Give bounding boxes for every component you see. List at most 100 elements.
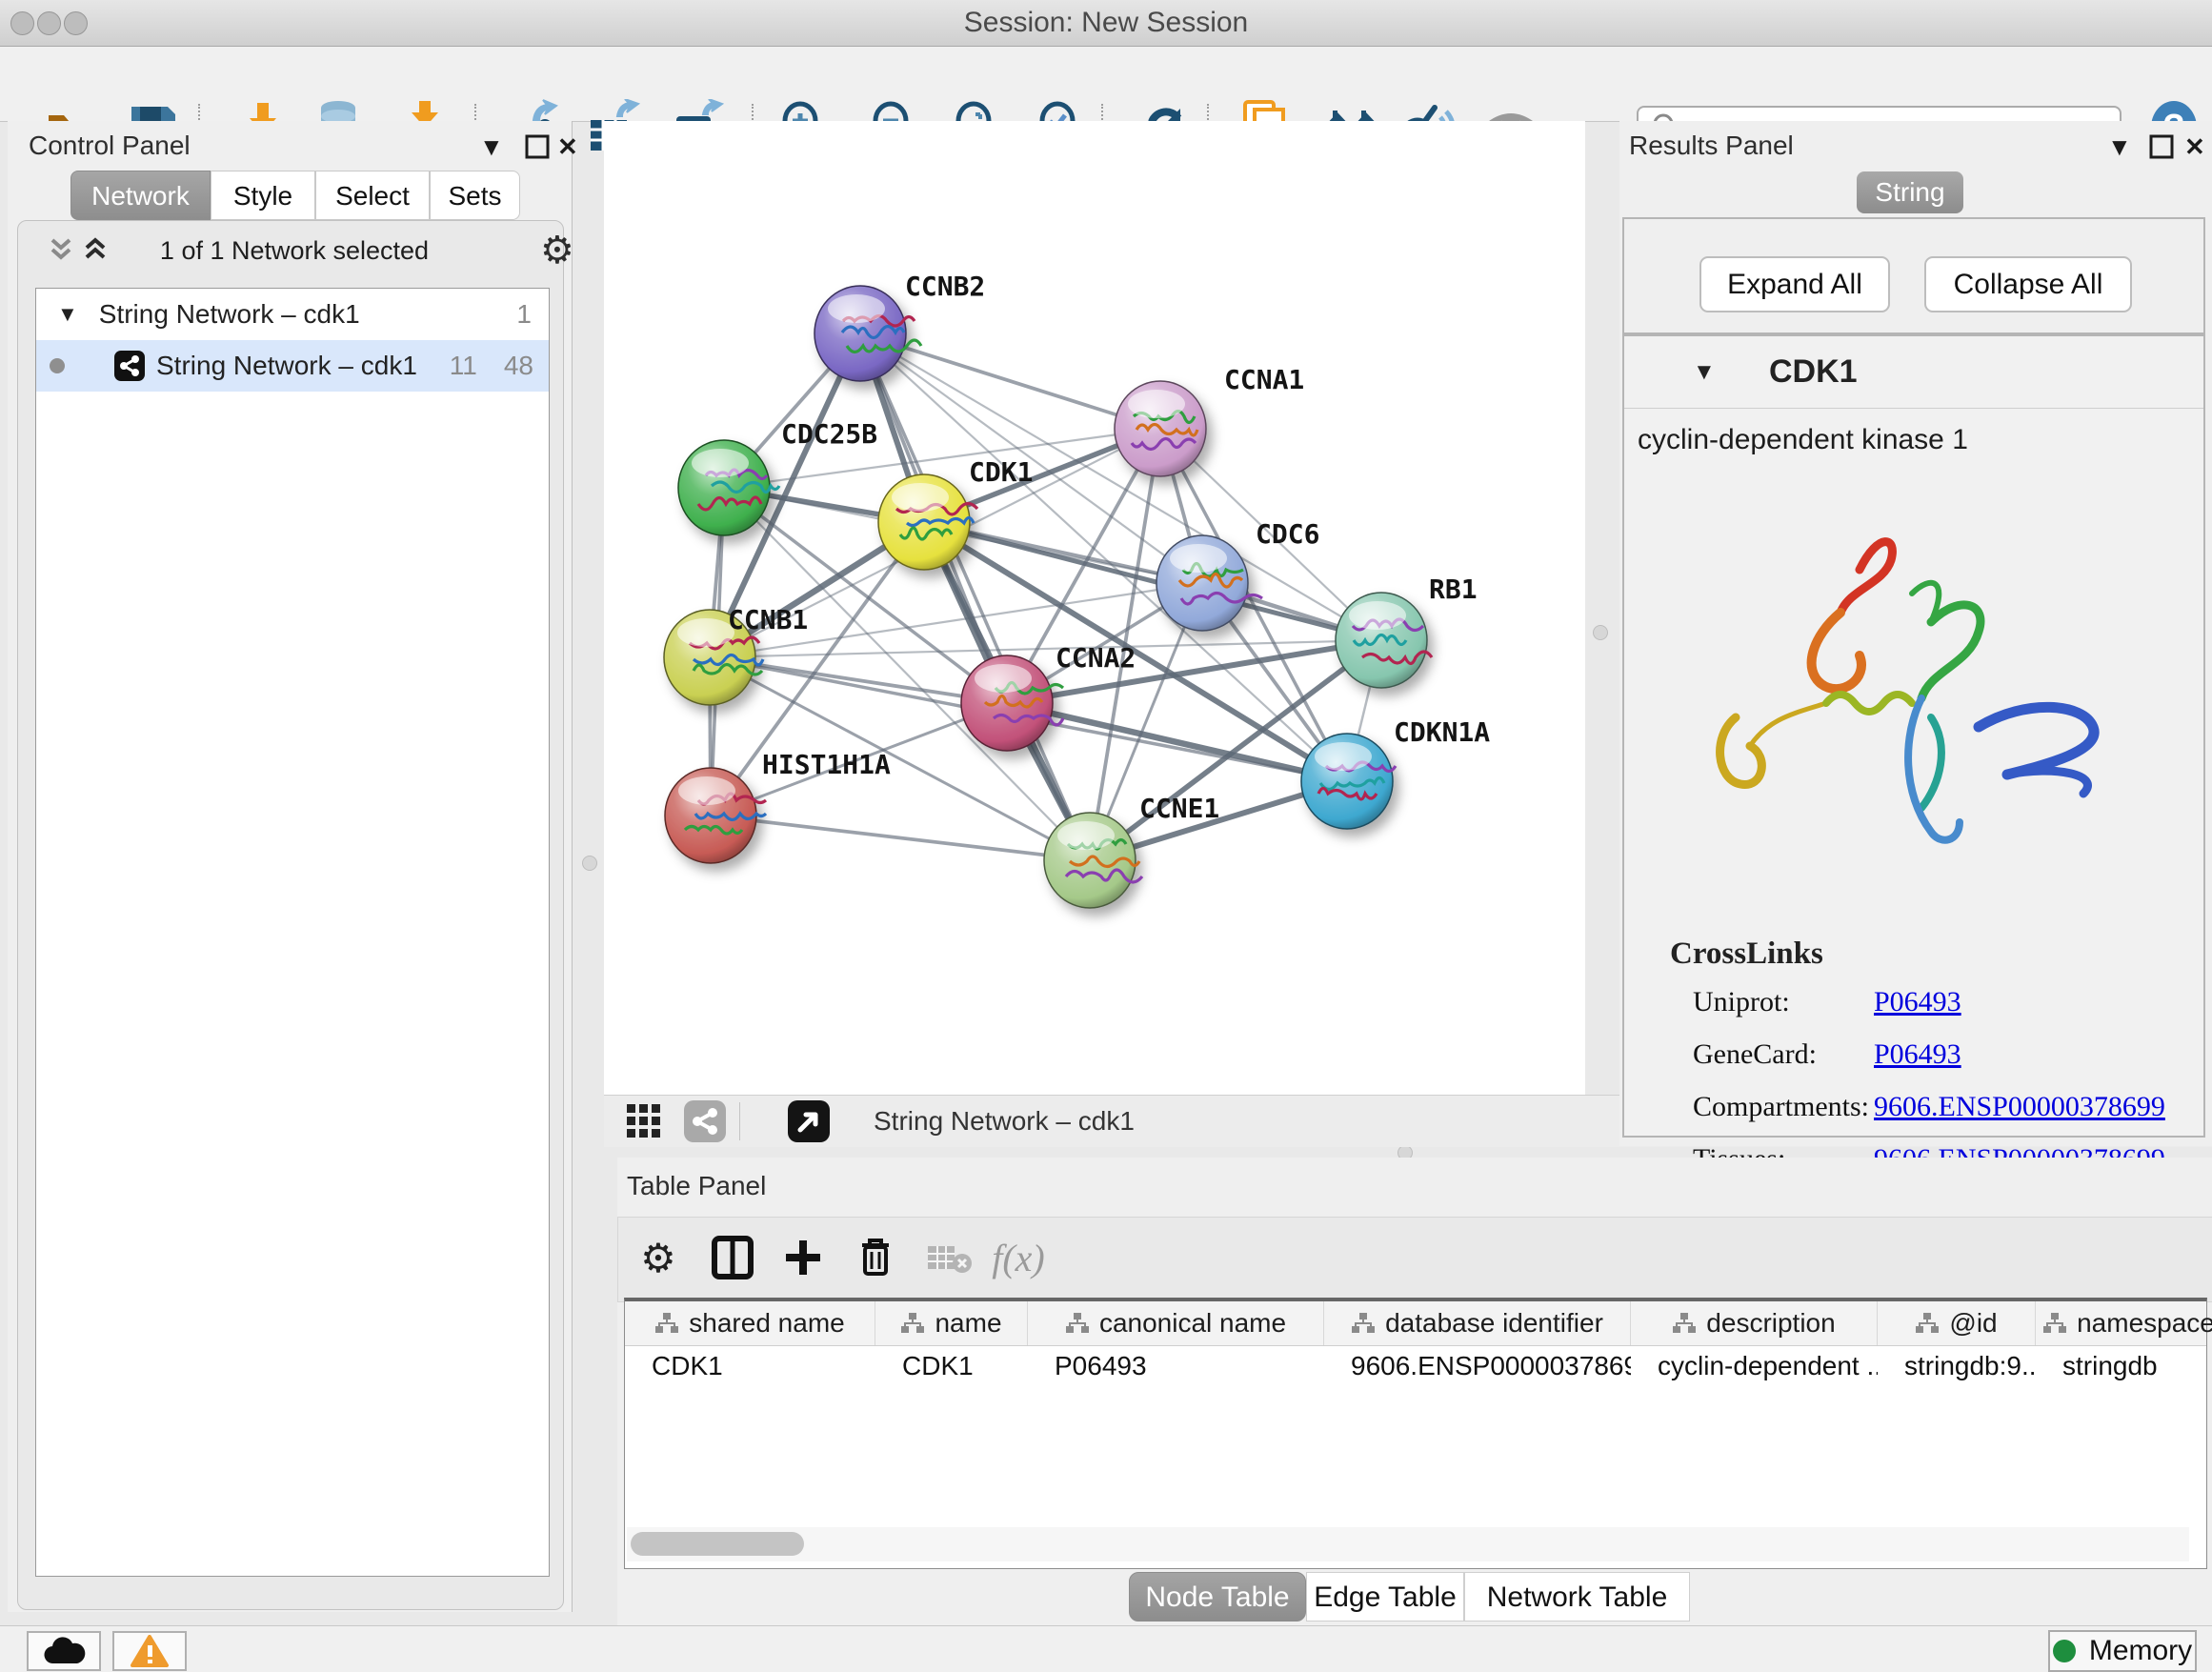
grid-view-icon[interactable] [625,1102,663,1140]
tab-node-table[interactable]: Node Table [1129,1572,1306,1622]
gear-icon[interactable]: ⚙ [540,229,574,272]
statusbar-separator [739,1102,740,1140]
node-gloss-highlight [678,776,735,805]
left-splitter-handle[interactable] [582,856,597,871]
network-name: String Network – cdk1 [156,351,417,381]
column-tree-icon [1351,1312,1376,1335]
network-node-cdk1[interactable] [878,474,977,570]
column-tree-icon [654,1312,679,1335]
network-node-ccne1[interactable] [1044,813,1142,908]
network-list: ▼ String Network – cdk1 1 String Network… [35,288,550,1577]
table-cell[interactable]: stringdb:9... [1878,1345,2036,1387]
collapse-all-chevron-icon[interactable] [47,234,75,268]
horizontal-scrollbar[interactable] [627,1527,2189,1561]
network-edge[interactable] [860,333,1090,860]
delete-column-icon[interactable] [847,1229,904,1286]
node-gloss-highlight [1349,601,1406,630]
add-column-icon[interactable] [774,1229,832,1286]
network-node-ccna2[interactable] [961,655,1063,751]
panel-menu-arrow-icon[interactable]: ▼ [479,132,504,162]
expand-collapse-box: Expand All Collapse All [1622,217,2205,334]
column-header-label: description [1706,1308,1835,1339]
warning-button[interactable] [112,1631,187,1671]
collapse-all-button[interactable]: Collapse All [1924,256,2132,312]
share-view-icon[interactable] [684,1100,726,1142]
tab-network-table[interactable]: Network Table [1464,1572,1690,1622]
table-cell[interactable]: P06493 [1028,1345,1324,1387]
delete-table-icon[interactable] [921,1229,978,1286]
panel-close-icon[interactable]: ✕ [557,132,578,162]
traffic-light-close-icon[interactable] [10,11,34,35]
table-cell[interactable]: stringdb [2036,1345,2212,1387]
open-in-new-window-icon[interactable] [788,1100,830,1142]
crosslink-link[interactable]: P06493 [1874,986,1961,1018]
node-gloss-highlight [892,483,949,512]
expand-all-button[interactable]: Expand All [1699,256,1890,312]
tab-select[interactable]: Select [315,171,430,220]
crosslink-link[interactable]: P06493 [1874,1038,1961,1071]
horizontal-scrollbar-thumb[interactable] [631,1532,804,1556]
network-node-cdc25b[interactable] [678,440,779,535]
expand-all-chevron-icon[interactable] [81,234,110,268]
function-builder-icon[interactable]: f(x) [990,1229,1047,1286]
gene-section-header[interactable]: ▼ CDK1 [1624,336,2203,409]
panel-close-icon[interactable]: ✕ [2184,132,2205,162]
column-tree-icon [1065,1312,1090,1335]
panel-float-icon[interactable] [525,134,550,164]
table-settings-gear-icon[interactable]: ⚙ [630,1229,687,1286]
network-edge-count: 48 [504,351,533,381]
network-node-cdkn1a[interactable] [1301,734,1396,829]
traffic-light-zoom-icon[interactable] [64,11,88,35]
crosslink-link[interactable]: 9606.ENSP00000378699 [1874,1091,2165,1123]
network-edge[interactable] [711,816,1090,860]
column-tree-icon [1915,1312,1940,1335]
table-cell[interactable]: CDK1 [875,1345,1028,1387]
collection-expander-icon[interactable]: ▼ [57,302,78,327]
panel-float-icon[interactable] [2149,134,2174,164]
node-gloss-highlight [975,664,1032,693]
network-node-cdc6[interactable] [1156,535,1262,631]
table-cell[interactable]: 9606.ENSP00000378699 [1324,1345,1631,1387]
column-header-description[interactable]: description [1631,1301,1878,1345]
network-node-hist1h1a[interactable] [665,768,766,863]
node-gloss-highlight [828,294,885,323]
memory-button[interactable]: Memory [2048,1630,2197,1672]
table-cell[interactable]: cyclin-dependent ... [1631,1345,1878,1387]
gene-symbol: CDK1 [1769,353,1858,391]
network-edge[interactable] [1007,703,1347,781]
column-header-database-identifier[interactable]: database identifier [1324,1301,1631,1345]
network-node-ccna1[interactable] [1115,381,1206,476]
traffic-light-minimize-icon[interactable] [37,11,61,35]
cloud-button[interactable] [27,1631,101,1671]
section-collapse-arrow-icon[interactable]: ▼ [1693,359,1716,386]
network-canvas[interactable]: CCNB2CCNA1CDC25BCDK1CDC6RB1CCNB1CCNA2CDK… [604,121,1585,1095]
column-header-canonical-name[interactable]: canonical name [1028,1301,1324,1345]
column-header-namespace[interactable]: namespace [2036,1301,2212,1345]
window-titlebar: Session: New Session [0,0,2212,47]
panel-menu-arrow-icon[interactable]: ▼ [2107,132,2132,162]
column-tree-icon [1672,1312,1697,1335]
network-graph[interactable]: CCNB2CCNA1CDC25BCDK1CDC6RB1CCNB1CCNA2CDK… [604,121,1585,1095]
node-label-ccna1: CCNA1 [1224,364,1304,395]
right-splitter-handle[interactable] [1593,625,1608,640]
column-header-@id[interactable]: @id [1878,1301,2036,1345]
results-panel: Results Panel ▼ ✕ String Expand All Coll… [1619,121,2212,1146]
node-gloss-highlight [677,618,734,647]
tab-edge-table[interactable]: Edge Table [1306,1572,1464,1622]
tab-sets[interactable]: Sets [430,171,520,220]
tab-string[interactable]: String [1857,171,1963,213]
network-row[interactable]: String Network – cdk1 11 48 [36,340,549,392]
crosslink-label: Uniprot: [1693,986,1874,1018]
node-table[interactable]: shared namenamecanonical namedatabase id… [624,1298,2207,1569]
tab-network[interactable]: Network [70,171,211,220]
show-columns-icon[interactable] [704,1229,761,1286]
column-header-shared-name[interactable]: shared name [625,1301,875,1345]
main-toolbar: ? [0,47,2212,122]
column-header-name[interactable]: name [875,1301,1028,1345]
node-label-cdc6: CDC6 [1256,518,1319,550]
tab-style[interactable]: Style [211,171,315,220]
crosslink-row: Uniprot:P06493 [1693,986,2188,1018]
network-node-rb1[interactable] [1336,593,1432,688]
network-collection-row[interactable]: ▼ String Network – cdk1 1 [36,289,549,340]
table-cell[interactable]: CDK1 [625,1345,875,1387]
